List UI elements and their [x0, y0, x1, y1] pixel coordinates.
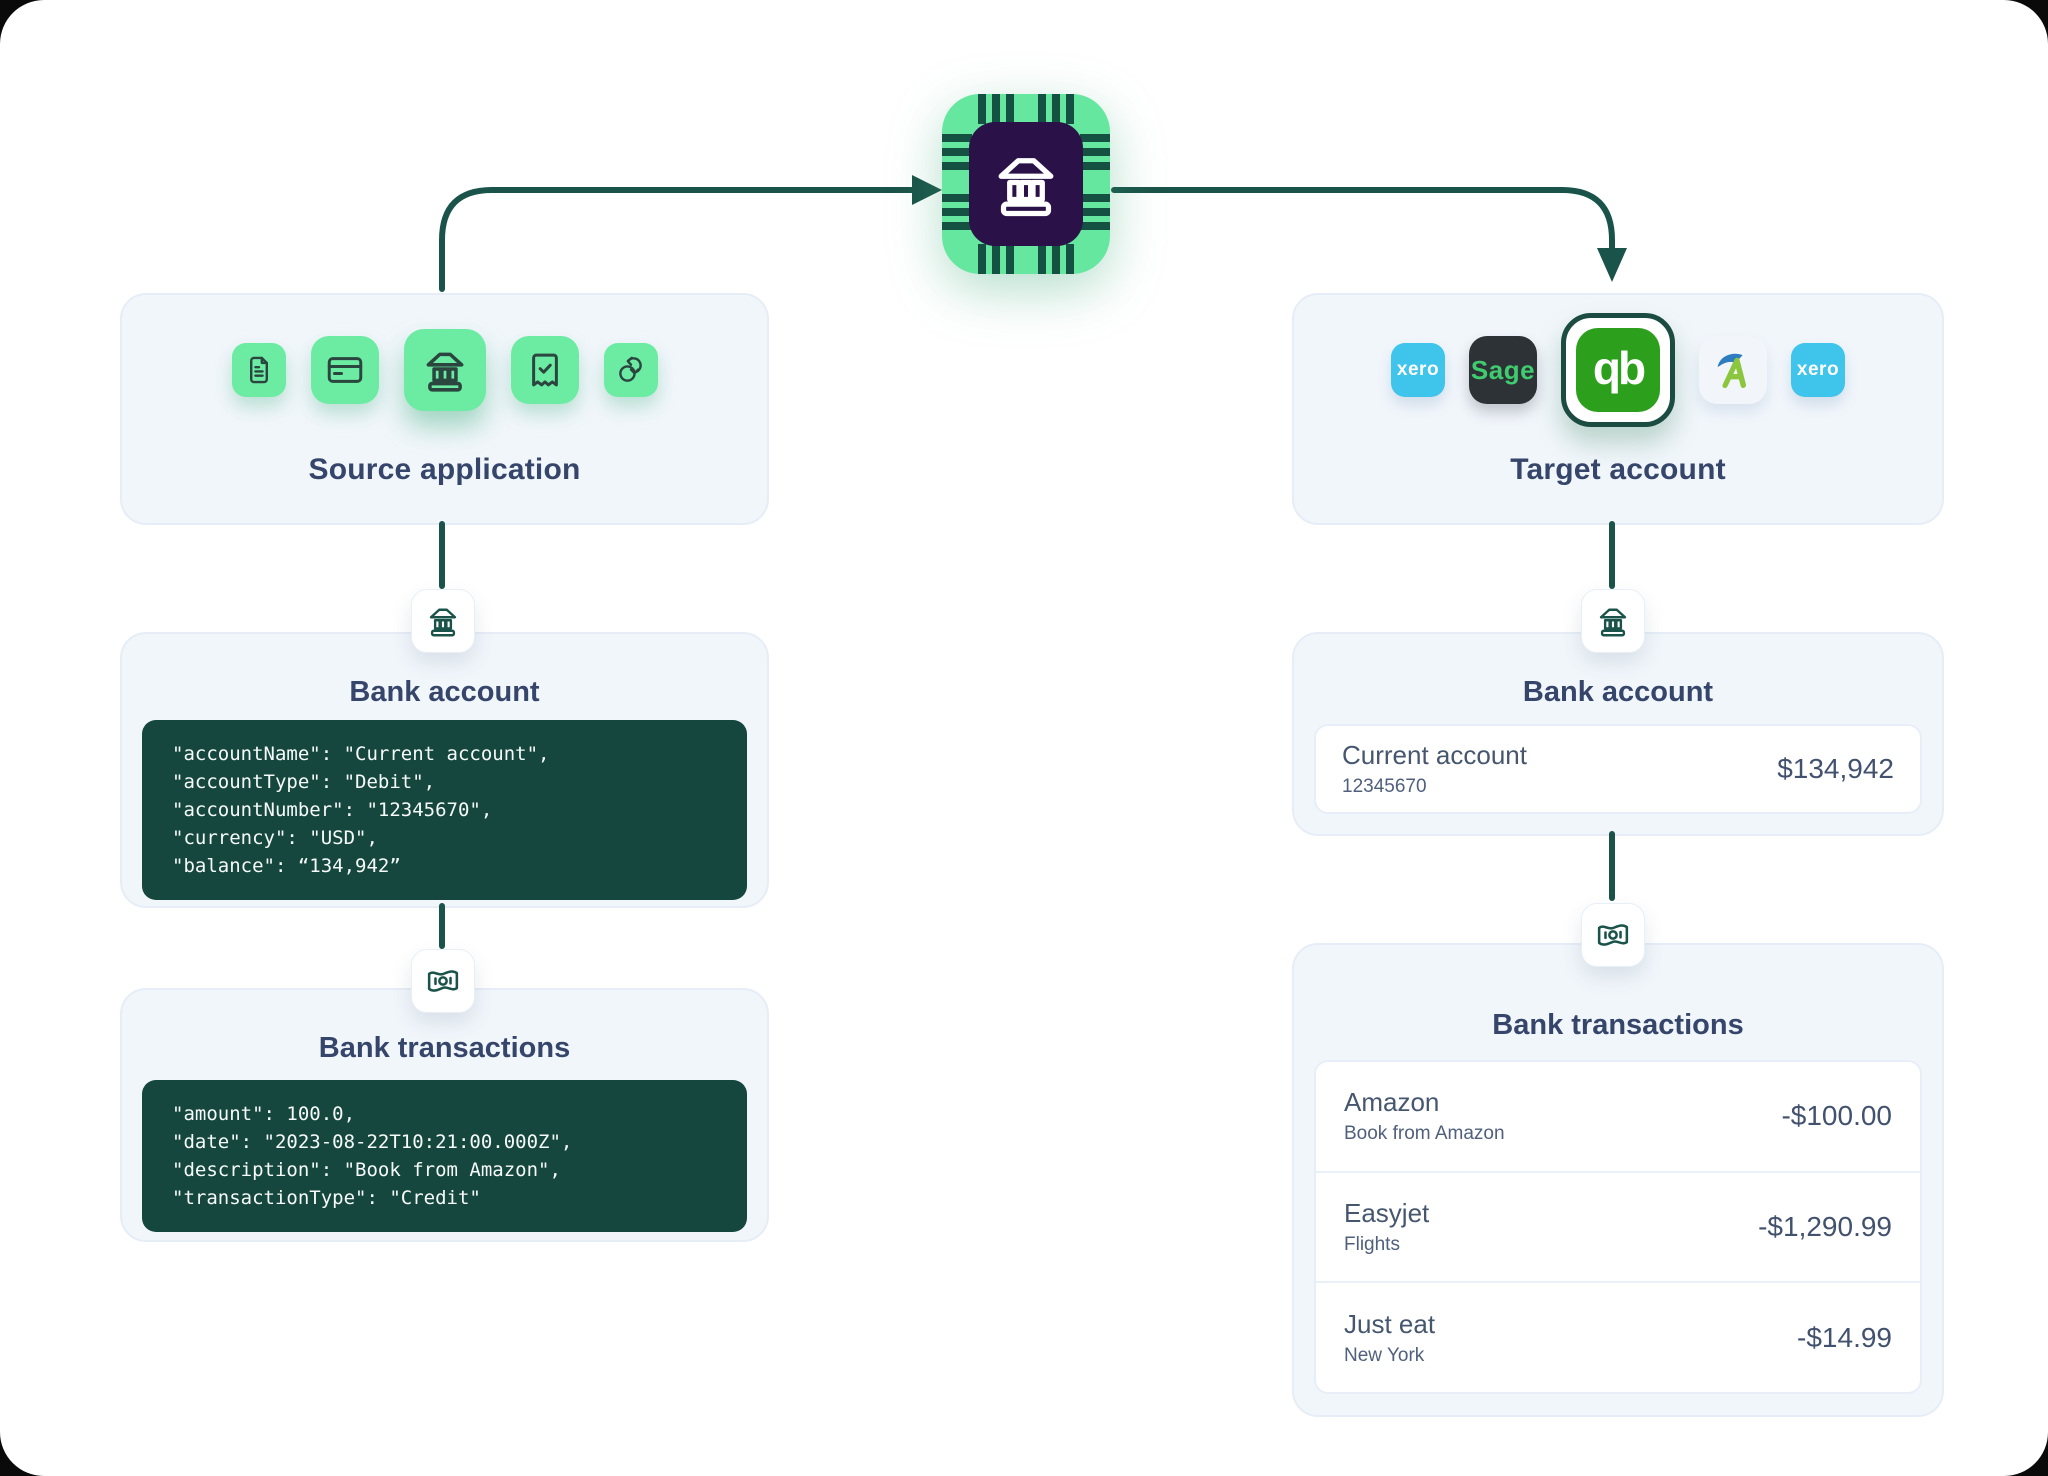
account-number: 12345670	[1342, 776, 1527, 798]
bank-transactions-json-block: "amount": 100.0, "date": "2023-08-22T10:…	[142, 1080, 747, 1232]
card-title: Bank account	[1294, 676, 1942, 709]
card-title: Bank transactions	[1294, 1009, 1942, 1042]
bank-badge-icon	[1581, 589, 1645, 653]
transaction-row: Just eat New York -$14.99	[1316, 1281, 1920, 1392]
code-line: "date": "2023-08-22T10:21:00.000Z",	[172, 1128, 717, 1156]
document-icon[interactable]	[232, 343, 286, 397]
bank-icon[interactable]	[404, 329, 486, 411]
transaction-name: Amazon	[1344, 1087, 1505, 1118]
code-line: "transactionType": "Credit"	[172, 1184, 717, 1212]
transaction-row: Easyjet Flights -$1,290.99	[1316, 1171, 1920, 1282]
bank-chip-icon	[942, 94, 1110, 274]
quickbooks-qb-mark: qb	[1576, 328, 1660, 412]
target-account-panel: xero Sage qb xero	[1292, 293, 1944, 525]
sync-icon[interactable]	[604, 343, 658, 397]
sage-label: Sage	[1471, 355, 1535, 386]
integration-flow-diagram: Source application xero Sage qb	[0, 0, 2048, 1476]
transaction-name: Just eat	[1344, 1309, 1435, 1340]
code-line: "accountName": "Current account",	[172, 740, 717, 768]
transaction-name: Easyjet	[1344, 1198, 1429, 1229]
account-summary-row: Current account 12345670 $134,942	[1314, 724, 1922, 814]
target-icon-row: xero Sage qb xero	[1391, 295, 1845, 445]
arrowhead-right	[912, 175, 942, 205]
bank-account-card-target: Bank account Current account 12345670 $1…	[1292, 632, 1944, 836]
bank-badge-icon	[411, 589, 475, 653]
source-icon-row	[232, 295, 658, 445]
freeagent-logo[interactable]	[1699, 336, 1767, 404]
code-line: "accountType": "Debit",	[172, 768, 717, 796]
transaction-amount: -$14.99	[1797, 1322, 1892, 1354]
xero-logo[interactable]: xero	[1391, 343, 1445, 397]
transaction-row: Amazon Book from Amazon -$100.00	[1316, 1062, 1920, 1171]
card-title: Bank transactions	[122, 1032, 767, 1065]
code-line: "description": "Book from Amazon",	[172, 1156, 717, 1184]
code-line: "currency": "USD",	[172, 824, 717, 852]
bank-transactions-card-source: Bank transactions "amount": 100.0, "date…	[120, 988, 769, 1242]
transactions-list: Amazon Book from Amazon -$100.00 Easyjet…	[1314, 1060, 1922, 1394]
source-application-panel: Source application	[120, 293, 769, 525]
code-line: "amount": 100.0,	[172, 1100, 717, 1128]
arrow-source-to-chip	[442, 190, 912, 289]
source-panel-title: Source application	[122, 453, 767, 487]
card-title: Bank account	[122, 676, 767, 709]
bank-account-json-block: "accountName": "Current account", "accou…	[142, 720, 747, 900]
transaction-description: Book from Amazon	[1344, 1123, 1505, 1145]
bank-transactions-card-target: Bank transactions Amazon Book from Amazo…	[1292, 943, 1944, 1417]
transaction-description: New York	[1344, 1345, 1435, 1367]
xero-label: xero	[1797, 359, 1839, 381]
transaction-description: Flights	[1344, 1234, 1429, 1256]
transaction-amount: -$1,290.99	[1758, 1211, 1892, 1243]
code-line: "accountNumber": "12345670",	[172, 796, 717, 824]
receipt-check-icon[interactable]	[511, 336, 579, 404]
quickbooks-logo-selected[interactable]: qb	[1561, 313, 1675, 427]
banknote-badge-icon	[411, 949, 475, 1013]
transaction-amount: -$100.00	[1781, 1100, 1892, 1132]
freeagent-a	[1725, 360, 1746, 385]
xero-logo[interactable]: xero	[1791, 343, 1845, 397]
account-balance: $134,942	[1777, 753, 1894, 785]
xero-label: xero	[1397, 359, 1439, 381]
sage-logo[interactable]: Sage	[1469, 336, 1537, 404]
code-line: "balance": “134,942”	[172, 852, 717, 880]
credit-card-icon[interactable]	[311, 336, 379, 404]
bank-account-card-source: Bank account "accountName": "Current acc…	[120, 632, 769, 908]
account-name: Current account	[1342, 740, 1527, 771]
target-panel-title: Target account	[1294, 453, 1942, 487]
arrowhead-down	[1597, 248, 1627, 282]
banknote-badge-icon	[1581, 903, 1645, 967]
arrow-chip-to-target	[1114, 190, 1612, 248]
